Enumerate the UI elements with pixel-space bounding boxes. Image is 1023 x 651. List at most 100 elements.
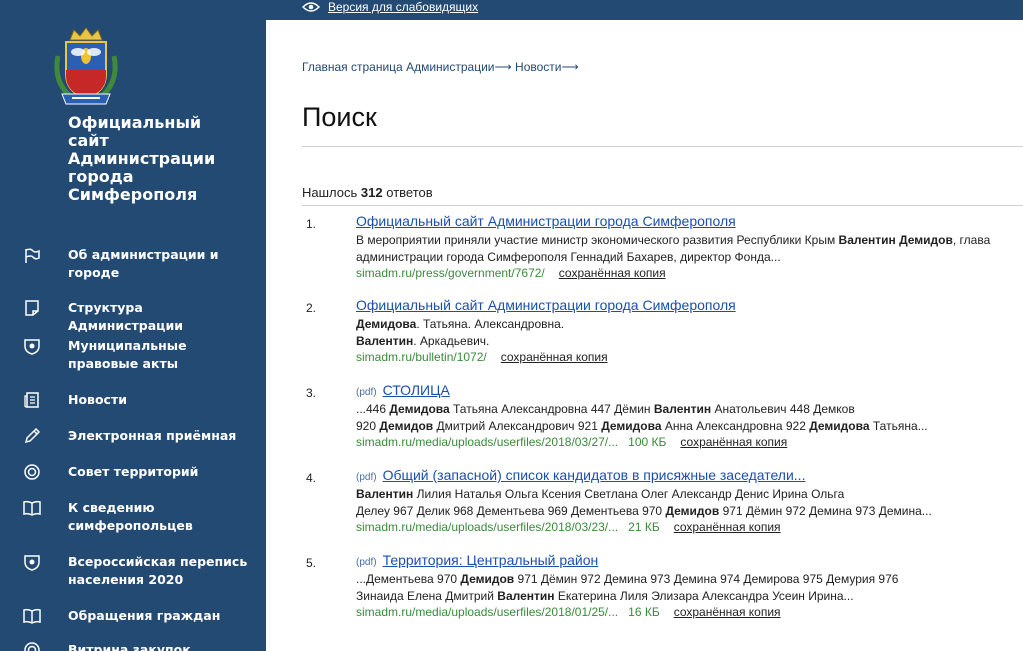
result-title-link[interactable]: СТОЛИЦА (383, 382, 450, 398)
sidebar-item-label: К сведению симферопольцев (68, 500, 193, 533)
divider (302, 205, 1023, 206)
cached-copy-link[interactable]: сохранённая копия (680, 435, 787, 449)
sidebar-item-label: Электронная приёмная (68, 428, 237, 443)
emblem-icon (22, 552, 42, 572)
newspaper-icon (22, 390, 42, 410)
search-result-item: 3. (pdf) СТОЛИЦА ...446 Демидова Татьяна Ал… (302, 382, 1023, 458)
result-file-size: 21 КБ (628, 520, 660, 534)
sidebar-item-news[interactable]: Новости (0, 390, 266, 412)
highlighted-term: Валентин (356, 334, 414, 348)
sidebar-item-about[interactable]: Об администрации и городе (0, 244, 266, 284)
sidebar: Официальный сайт Администрации города Си… (0, 0, 266, 651)
search-result-item: 1. Официальный сайт Администрации города … (302, 213, 1023, 289)
sidebar-item-label: Новости (68, 392, 127, 407)
sidebar-item-territories-council[interactable]: Совет территорий (0, 462, 266, 484)
breadcrumb-arrow: ⟶ (494, 60, 512, 74)
result-number: 1. (306, 217, 317, 231)
low-vision-version-link[interactable]: Версия для слабовидящих (302, 0, 478, 14)
target-icon (22, 640, 42, 651)
highlighted-term: Валентин (653, 402, 712, 416)
sidebar-item-label: Об администрации и городе (68, 247, 219, 280)
breadcrumb-home-link[interactable]: Главная страница Администрации (302, 60, 494, 74)
sidebar-item-label: Витрина закупок (68, 642, 191, 651)
result-title-row: Официальный сайт Администрации города Си… (356, 213, 736, 229)
cached-copy-link[interactable]: сохранённая копия (559, 266, 666, 280)
book-icon (22, 498, 42, 518)
result-file-type: (pdf) (356, 472, 377, 483)
highlighted-term: Демидов (460, 572, 515, 586)
target-icon (22, 462, 42, 482)
sidebar-item-structure[interactable]: Структура Администрации (0, 298, 266, 333)
result-title-link[interactable]: Территория: Центральный район (383, 552, 599, 568)
search-result-item: 2. Официальный сайт Администрации города … (302, 297, 1023, 373)
result-url: simadm.ru/press/government/7672/ (356, 266, 545, 280)
book-icon (22, 606, 42, 626)
sidebar-item-for-citizens[interactable]: К сведению симферопольцев (0, 498, 266, 538)
emblem-icon (22, 336, 42, 356)
result-url: simadm.ru/bulletin/1072/ (356, 350, 487, 364)
result-snippet: ...Дементьева 970 Демидов 971 Дёмин 972 … (356, 572, 899, 603)
city-coat-of-arms-logo[interactable] (48, 26, 124, 108)
result-url: simadm.ru/media/uploads/userfiles/2018/0… (356, 435, 619, 449)
result-url: simadm.ru/media/uploads/userfiles/2018/0… (356, 520, 619, 534)
highlighted-term: Демидова (389, 402, 450, 416)
document-icon (22, 298, 42, 318)
result-title-row: Официальный сайт Администрации города Си… (356, 297, 736, 313)
results-count-suffix: ответов (386, 185, 433, 200)
cached-copy-link[interactable]: сохранённая копия (674, 520, 781, 534)
low-vision-label: Версия для слабовидящих (328, 0, 479, 14)
result-title-row: (pdf) Территория: Центральный район (356, 552, 598, 568)
result-file-size: 16 КБ (628, 605, 660, 619)
top-bar: Версия для слабовидящих (266, 0, 1023, 20)
highlighted-term: Демидов (665, 504, 720, 518)
results-count-number: 312 (360, 185, 383, 200)
highlighted-term: Демидова (601, 419, 662, 433)
result-number: 5. (306, 556, 317, 570)
results-count: Нашлось 312 ответов (302, 185, 433, 200)
search-result-item: 4. (pdf) Общий (запасной) список кандидато… (302, 467, 1023, 543)
site-title[interactable]: Официальный сайт Администрации города Си… (68, 114, 248, 204)
result-meta: simadm.ru/press/government/7672/сохранён… (356, 266, 666, 280)
divider (302, 146, 1023, 147)
sidebar-item-legal-acts[interactable]: Муниципальные правовые акты (0, 336, 266, 376)
result-snippet: ...446 Демидова Татьяна Александровна 44… (356, 402, 928, 433)
result-title-row: (pdf) Общий (запасной) список кандидатов … (356, 467, 805, 483)
sidebar-item-label: Обращения граждан (68, 608, 221, 623)
eye-icon (302, 1, 320, 13)
highlighted-term: Валентин (497, 589, 555, 603)
result-snippet: В мероприятии приняли участие министр эк… (356, 233, 991, 264)
highlighted-term: Демидова (356, 317, 417, 331)
result-file-type: (pdf) (356, 557, 377, 568)
pencil-icon (22, 426, 42, 446)
result-title-link[interactable]: Официальный сайт Администрации города Си… (356, 213, 736, 229)
highlighted-term: Демидова (809, 419, 870, 433)
result-snippet: Валентин Лилия Наталья Ольга Ксения Свет… (356, 487, 932, 518)
result-title-link[interactable]: Общий (запасной) список кандидатов в при… (383, 467, 806, 483)
cached-copy-link[interactable]: сохранённая копия (674, 605, 781, 619)
sidebar-item-appeals[interactable]: Обращения граждан (0, 606, 266, 628)
breadcrumb-arrow: ⟶ (561, 60, 579, 74)
breadcrumb-news-link[interactable]: Новости (515, 60, 561, 74)
sidebar-item-procurement[interactable]: Витрина закупок (0, 640, 266, 651)
sidebar-item-label: Структура Администрации (68, 300, 183, 333)
result-number: 4. (306, 471, 317, 485)
sidebar-item-census-2020[interactable]: Всероссийская перепись населения 2020 (0, 552, 266, 592)
search-result-item: 5. (pdf) Территория: Центральный район ...Д… (302, 552, 1023, 628)
sidebar-item-e-reception[interactable]: Электронная приёмная (0, 426, 266, 448)
flag-icon (22, 246, 42, 266)
result-title-link[interactable]: Официальный сайт Администрации города Си… (356, 297, 736, 313)
highlighted-term: Демидов (379, 419, 434, 433)
results-count-prefix: Нашлось (302, 185, 358, 200)
highlighted-term: Валентин (356, 487, 414, 501)
result-snippet: Демидова. Татьяна. Александровна. Валенти… (356, 317, 565, 348)
result-file-size: 100 КБ (628, 435, 667, 449)
result-meta: simadm.ru/media/uploads/userfiles/2018/0… (356, 520, 781, 534)
cached-copy-link[interactable]: сохранённая копия (501, 350, 608, 364)
highlighted-term: Валентин Демидов (838, 233, 953, 247)
result-url: simadm.ru/media/uploads/userfiles/2018/0… (356, 605, 619, 619)
result-title-row: (pdf) СТОЛИЦА (356, 382, 450, 398)
result-meta: simadm.ru/bulletin/1072/сохранённая копи… (356, 350, 608, 364)
result-number: 2. (306, 301, 317, 315)
result-file-type: (pdf) (356, 387, 377, 398)
page-title: Поиск (302, 102, 377, 132)
